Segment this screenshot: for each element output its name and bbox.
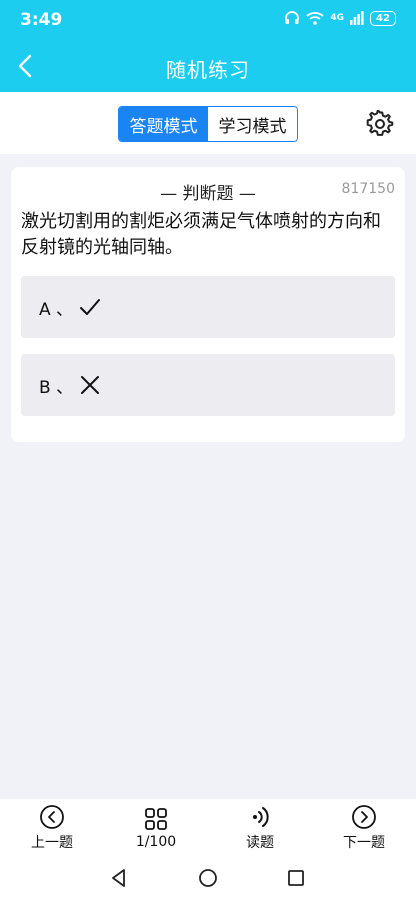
next-question-button[interactable]: 下一题 — [312, 799, 416, 857]
gear-icon[interactable] — [366, 110, 394, 138]
grid-icon — [145, 808, 167, 830]
option-b-label: B 、 — [39, 377, 74, 398]
question-text: 激光切割用的割炬必须满足气体喷射的方向和反射镜的光轴同轴。 — [21, 211, 381, 258]
option-a-label: A 、 — [39, 299, 74, 320]
status-bar: 3:49 4G 42 — [0, 0, 416, 40]
sound-wave-icon — [253, 807, 269, 827]
system-back-icon[interactable] — [108, 867, 130, 889]
status-time: 3:49 — [20, 10, 63, 30]
bottom-toolbar: 上一题 1/100 读题 下一题 — [0, 799, 416, 857]
chevron-right-circle-icon — [352, 805, 376, 829]
headphones-icon — [285, 11, 300, 24]
prev-question-label: 上一题 — [31, 835, 73, 851]
question-card: — 判断题 — 817150 激光切割用的割炬必须满足气体喷射的方向和反射镜的光… — [11, 167, 405, 442]
nav-bar: 随机练习 — [0, 40, 416, 92]
system-nav-bar — [0, 857, 416, 900]
question-index-button[interactable]: 1/100 — [104, 799, 208, 857]
status-icons: 4G 42 — [284, 10, 396, 26]
option-a[interactable]: A 、 — [21, 276, 395, 338]
chevron-left-circle-icon — [40, 805, 64, 829]
prev-question-button[interactable]: 上一题 — [0, 799, 104, 857]
signal-icon — [350, 11, 364, 25]
next-question-label: 下一题 — [343, 835, 385, 851]
system-recents-icon[interactable] — [285, 867, 307, 889]
answer-mode-tab[interactable]: 答题模式 — [119, 107, 208, 141]
system-home-icon[interactable] — [197, 867, 219, 889]
read-question-button[interactable]: 读题 — [208, 799, 312, 857]
option-b[interactable]: B 、 — [21, 354, 395, 416]
cross-icon — [81, 376, 100, 394]
check-icon — [80, 299, 101, 315]
question-progress: 1/100 — [135, 834, 177, 850]
wifi-icon — [306, 12, 324, 25]
page-title: 随机练习 — [166, 58, 250, 82]
mode-switch: 答题模式 学习模式 — [118, 106, 298, 142]
read-question-label: 读题 — [246, 835, 274, 851]
study-mode-tab[interactable]: 学习模式 — [208, 107, 297, 141]
network-type: 4G — [330, 13, 344, 23]
question-id: 817150 — [341, 181, 395, 197]
battery-indicator: 42 — [370, 10, 396, 26]
